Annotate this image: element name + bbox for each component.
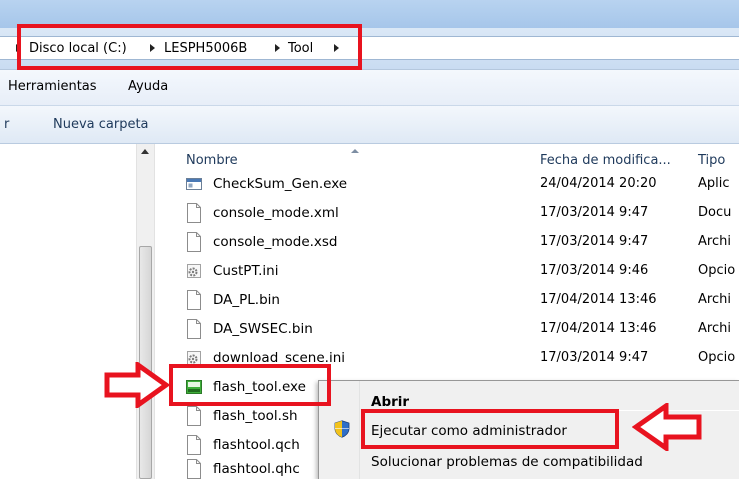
command-toolbar: r Nueva carpeta xyxy=(0,106,739,144)
annotation-box-breadcrumb xyxy=(17,24,362,70)
column-header-name[interactable]: Nombre xyxy=(186,153,238,169)
file-icon xyxy=(187,319,201,339)
file-date: 17/03/2014 9:47 xyxy=(540,350,649,365)
menu-item-ayuda[interactable]: Ayuda xyxy=(128,79,168,95)
column-header-date[interactable]: Fecha de modifica... xyxy=(540,153,671,169)
annotation-box-run-as-admin xyxy=(361,409,619,449)
file-row[interactable]: DA_PL.bin 17/04/2014 13:46 Archi xyxy=(180,287,739,313)
file-name: DA_SWSEC.bin xyxy=(213,321,313,337)
uac-shield-icon xyxy=(334,420,350,438)
menu-bar: Herramientas Ayuda xyxy=(0,70,739,106)
file-icon xyxy=(187,459,201,479)
file-date: 17/04/2014 13:46 xyxy=(540,321,657,336)
file-type: Archi xyxy=(698,321,731,336)
file-icon xyxy=(187,435,201,455)
file-date: 17/03/2014 9:47 xyxy=(540,234,649,249)
file-type: Aplic xyxy=(698,176,730,191)
file-icon xyxy=(187,290,201,310)
file-icon xyxy=(187,203,201,223)
file-type: Archi xyxy=(698,292,731,307)
file-type: Archi xyxy=(698,234,731,249)
file-icon xyxy=(187,232,201,252)
file-date: 17/03/2014 9:47 xyxy=(540,205,649,220)
file-name: flashtool.qhc xyxy=(213,461,300,477)
exe-window-icon xyxy=(186,178,202,190)
context-item-abrir[interactable]: Abrir xyxy=(371,394,409,410)
navigation-scrollbar[interactable] xyxy=(136,144,155,479)
file-icon xyxy=(187,406,201,426)
file-name: console_mode.xml xyxy=(213,205,339,221)
new-folder-button[interactable]: Nueva carpeta xyxy=(53,117,149,133)
file-date: 17/04/2014 13:46 xyxy=(540,292,657,307)
annotation-box-flash-tool xyxy=(169,364,331,406)
file-date: 24/04/2014 20:20 xyxy=(540,176,657,191)
toolbar-item-partial[interactable]: r xyxy=(4,117,9,133)
file-row[interactable]: CheckSum_Gen.exe 24/04/2014 20:20 Aplic xyxy=(180,171,739,197)
menu-item-herramientas[interactable]: Herramientas xyxy=(8,79,97,95)
file-name: CheckSum_Gen.exe xyxy=(213,176,348,192)
annotation-arrow-right-icon xyxy=(104,362,170,408)
file-name: console_mode.xsd xyxy=(213,234,338,250)
file-row[interactable]: console_mode.xml 17/03/2014 9:47 Docu xyxy=(180,200,739,226)
file-row[interactable]: CustPT.ini 17/03/2014 9:46 Opcio xyxy=(180,258,739,284)
ini-gear-icon xyxy=(187,264,201,278)
context-menu-gutter xyxy=(359,381,360,479)
context-item-compatibility[interactable]: Solucionar problemas de compatibilidad xyxy=(371,454,643,470)
file-name: flash_tool.sh xyxy=(213,408,298,424)
scroll-up-icon[interactable] xyxy=(141,149,149,154)
file-name: CustPT.ini xyxy=(213,263,279,279)
file-date: 17/03/2014 9:46 xyxy=(540,263,649,278)
annotation-arrow-left-icon xyxy=(632,403,702,451)
file-row[interactable]: DA_SWSEC.bin 17/04/2014 13:46 Archi xyxy=(180,316,739,342)
column-header-type[interactable]: Tipo xyxy=(698,153,725,169)
file-type: Docu xyxy=(698,205,732,220)
file-type: Opcio xyxy=(698,350,736,365)
file-type: Opcio xyxy=(698,263,736,278)
file-name: DA_PL.bin xyxy=(213,292,280,308)
sort-ascending-icon xyxy=(351,149,359,153)
file-row[interactable]: console_mode.xsd 17/03/2014 9:47 Archi xyxy=(180,229,739,255)
file-name: flashtool.qch xyxy=(213,437,300,453)
